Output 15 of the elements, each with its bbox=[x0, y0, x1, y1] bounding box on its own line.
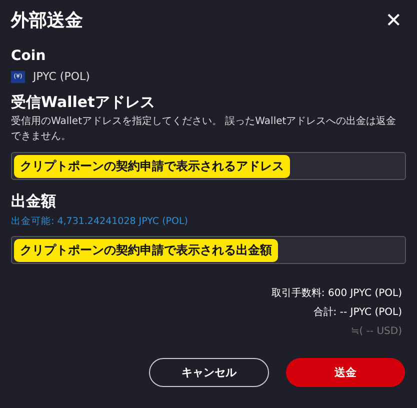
total-text: 合計: -- JPYC (POL) bbox=[313, 306, 402, 320]
address-field[interactable]: クリプトポーンの契約申請で表示されるアドレス bbox=[11, 152, 406, 180]
dialog-title: 外部送金 bbox=[11, 9, 83, 32]
send-button[interactable]: 送金 bbox=[286, 358, 405, 387]
usd-estimate: ≒( -- USD) bbox=[350, 325, 402, 339]
amount-label: 出金額 bbox=[11, 192, 57, 211]
address-label: 受信Walletアドレス bbox=[11, 93, 156, 112]
coin-label: Coin bbox=[11, 48, 47, 64]
address-description: 受信用のWalletアドレスを指定してください。 誤ったWalletアドレスへの出金は返金できません。 bbox=[11, 114, 398, 144]
fee-text: 取引手数料: 600 JPYC (POL) bbox=[271, 286, 402, 301]
close-button[interactable]: ✕ bbox=[385, 8, 402, 32]
amount-field[interactable]: クリプトポーンの契約申請で表示される出金額 bbox=[11, 236, 406, 264]
available-balance: 出金可能: 4,731.24241028 JPYC (POL) bbox=[11, 215, 189, 228]
coin-name: JPYC (POL) bbox=[33, 70, 90, 83]
cancel-button[interactable]: キャンセル bbox=[149, 358, 269, 387]
